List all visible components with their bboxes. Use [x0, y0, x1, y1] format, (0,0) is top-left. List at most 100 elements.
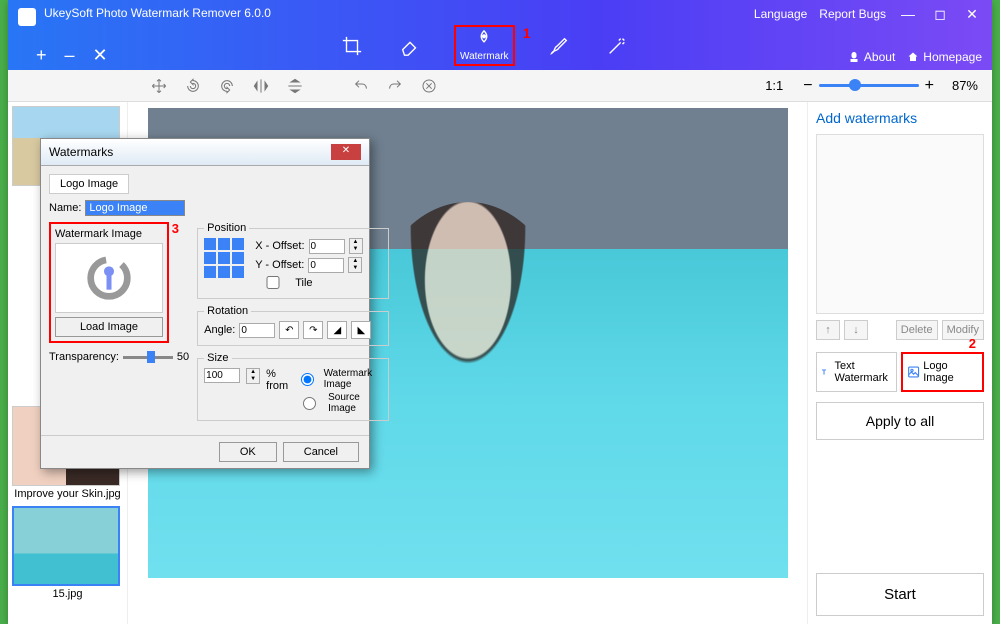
- undo-icon[interactable]: [350, 75, 372, 97]
- angle-label: Angle:: [204, 324, 235, 336]
- wand-tool-icon[interactable]: [603, 32, 631, 60]
- tile-label: Tile: [295, 277, 312, 289]
- app-window: UkeySoft Photo Watermark Remover 6.0.0 L…: [8, 0, 992, 624]
- size-input[interactable]: [204, 368, 240, 383]
- dialog-titlebar[interactable]: Watermarks ✕: [41, 139, 369, 166]
- cancel-button[interactable]: Cancel: [283, 442, 359, 462]
- crop-tool-icon[interactable]: [338, 32, 366, 60]
- add-tab-icon[interactable]: +: [32, 41, 51, 70]
- rot-cw-icon[interactable]: ↷: [303, 321, 323, 339]
- radio-source[interactable]: Source Image: [294, 392, 382, 414]
- rotation-fieldset: Rotation Angle: ↶ ↷ ◢ ◣: [197, 305, 389, 346]
- report-bugs-link[interactable]: Report Bugs: [819, 7, 886, 21]
- zoom-out-icon[interactable]: −: [803, 77, 812, 95]
- thumbnail-label: 15.jpg: [12, 588, 123, 600]
- watermark-preview: [816, 134, 984, 314]
- title-bar: UkeySoft Photo Watermark Remover 6.0.0 L…: [8, 0, 992, 70]
- name-label: Name:: [49, 202, 81, 214]
- watermark-preview-thumb: [55, 243, 163, 313]
- thumbnail[interactable]: [12, 506, 120, 586]
- modify-button[interactable]: Modify: [942, 320, 984, 340]
- x-spinner[interactable]: ▲▼: [349, 238, 363, 254]
- radio-watermark[interactable]: Watermark Image: [294, 368, 382, 390]
- move-down-button[interactable]: ↓: [844, 320, 868, 340]
- rotate-left-icon[interactable]: [182, 75, 204, 97]
- header-top-right: Language Report Bugs — ◻ ✕: [754, 4, 982, 24]
- about-link[interactable]: About: [848, 50, 895, 64]
- flip-h-small-icon[interactable]: ◢: [327, 321, 347, 339]
- redo-icon[interactable]: [384, 75, 406, 97]
- move-icon[interactable]: [148, 75, 170, 97]
- maximize-button[interactable]: ◻: [930, 4, 950, 24]
- size-legend: Size: [204, 352, 231, 364]
- svg-text:T: T: [822, 370, 827, 377]
- y-offset-label: Y - Offset:: [255, 259, 304, 271]
- load-image-button[interactable]: Load Image: [55, 317, 163, 337]
- language-link[interactable]: Language: [754, 7, 807, 21]
- brush-tool-icon[interactable]: [545, 32, 573, 60]
- header-tools: Watermark 1: [338, 25, 631, 66]
- wm-image-label: Watermark Image: [55, 228, 163, 240]
- annotation-2: 2: [969, 336, 976, 351]
- dialog-close-button[interactable]: ✕: [331, 144, 361, 160]
- rotation-legend: Rotation: [204, 305, 251, 317]
- transparency-label: Transparency:: [49, 351, 119, 363]
- transparency-slider[interactable]: [123, 356, 173, 359]
- position-grid[interactable]: [204, 238, 244, 278]
- y-offset-input[interactable]: [308, 258, 344, 273]
- rotate-right-icon[interactable]: [216, 75, 238, 97]
- flip-h-icon[interactable]: [250, 75, 272, 97]
- tab-minimize-icon[interactable]: –: [61, 41, 79, 70]
- annotation-1: 1: [523, 25, 531, 41]
- size-spinner[interactable]: ▲▼: [246, 368, 260, 384]
- tile-checkbox[interactable]: [255, 276, 291, 289]
- watermarks-dialog: Watermarks ✕ Logo Image Name: 3 Watermar…: [40, 138, 370, 469]
- app-icon: [18, 8, 36, 26]
- right-sidebar: Add watermarks ↑ ↓ Delete Modify 2 T Tex…: [807, 102, 992, 624]
- zoom-percent: 87%: [946, 78, 984, 93]
- close-button[interactable]: ✕: [962, 4, 982, 24]
- ok-button[interactable]: OK: [219, 442, 277, 462]
- annotation-3: 3: [172, 221, 179, 236]
- zoom-ratio[interactable]: 1:1: [757, 78, 791, 93]
- radio-wm-input[interactable]: [294, 373, 320, 386]
- zoom-in-icon[interactable]: +: [925, 77, 934, 95]
- tab-close-icon[interactable]: ✕: [89, 41, 112, 70]
- x-offset-input[interactable]: [309, 239, 345, 254]
- pct-from-label: % from: [266, 368, 288, 392]
- zoom-slider[interactable]: − +: [803, 77, 934, 95]
- delete-button[interactable]: Delete: [896, 320, 938, 340]
- angle-input[interactable]: [239, 323, 275, 338]
- edit-toolbar: 1:1 − + 87%: [8, 70, 992, 102]
- rot-ccw-icon[interactable]: ↶: [279, 321, 299, 339]
- name-input[interactable]: [85, 200, 185, 216]
- minimize-button[interactable]: —: [898, 4, 918, 24]
- flip-v-icon[interactable]: [284, 75, 306, 97]
- radio-src-input[interactable]: [294, 397, 325, 410]
- y-spinner[interactable]: ▲▼: [348, 257, 362, 273]
- dialog-tab-logo[interactable]: Logo Image: [49, 174, 129, 194]
- apply-to-all-button[interactable]: Apply to all: [816, 402, 984, 440]
- logo-image-button[interactable]: Logo Image: [901, 352, 984, 392]
- watermark-tool-tab[interactable]: Watermark 1: [454, 25, 515, 66]
- cancel-icon[interactable]: [418, 75, 440, 97]
- sidebar-title[interactable]: Add watermarks: [816, 110, 984, 126]
- watermark-tab-label: Watermark: [460, 51, 509, 62]
- flip-v-small-icon[interactable]: ◣: [351, 321, 371, 339]
- tab-controls: + – ✕: [32, 41, 112, 70]
- position-legend: Position: [204, 222, 249, 234]
- text-watermark-button[interactable]: T Text Watermark: [816, 352, 897, 392]
- size-fieldset: Size ▲▼ % from Watermark Image Source Im…: [197, 352, 389, 421]
- start-button[interactable]: Start: [816, 573, 984, 616]
- position-fieldset: Position X - Offset: ▲▼ Y - Offset: ▲▼ Til…: [197, 222, 389, 299]
- zoom-thumb[interactable]: [849, 79, 861, 91]
- transparency-value: 50: [177, 351, 189, 363]
- zoom-track[interactable]: [819, 84, 919, 87]
- thumbnail-label: Improve your Skin.jpg: [12, 488, 123, 500]
- header-links: About Homepage: [848, 50, 982, 64]
- eraser-tool-icon[interactable]: [396, 32, 424, 60]
- dialog-title: Watermarks: [49, 145, 113, 159]
- move-up-button[interactable]: ↑: [816, 320, 840, 340]
- homepage-link[interactable]: Homepage: [907, 50, 982, 64]
- x-offset-label: X - Offset:: [255, 240, 304, 252]
